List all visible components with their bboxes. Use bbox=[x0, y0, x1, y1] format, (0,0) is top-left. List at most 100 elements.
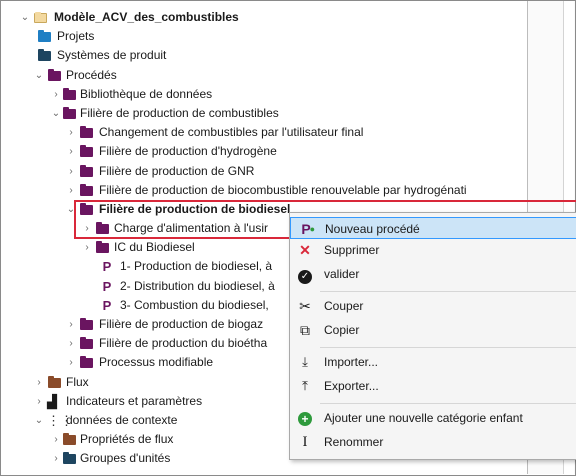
tree-item-label: Filière de production de biodiesel bbox=[99, 201, 291, 216]
collapse-chevron-icon[interactable]: › bbox=[51, 449, 61, 468]
collapse-chevron-icon[interactable]: › bbox=[66, 353, 76, 372]
collapse-chevron-icon[interactable]: › bbox=[51, 430, 61, 449]
menu-item-label: Exporter... bbox=[324, 379, 379, 393]
tree-item-label: Charge d'alimentation à l'usir bbox=[114, 221, 268, 236]
expand-chevron-icon[interactable]: ⌄ bbox=[34, 66, 44, 85]
menu-separator bbox=[320, 403, 576, 404]
collapse-chevron-icon[interactable]: › bbox=[66, 181, 76, 200]
collapse-chevron-icon[interactable]: › bbox=[66, 142, 76, 161]
menu-item-add-child[interactable]: + Ajouter une nouvelle catégorie enfant bbox=[290, 407, 576, 429]
tree-item-procedes[interactable]: ⌄ Procédés bbox=[0, 66, 527, 85]
collapse-chevron-icon[interactable]: › bbox=[82, 238, 92, 257]
menu-item-export[interactable]: ⤒ Exporter... bbox=[290, 375, 576, 397]
folder-icon bbox=[47, 66, 63, 85]
tree-item-label: Processus modifiable bbox=[99, 355, 214, 370]
tree-item-label: Filière de production du bioétha bbox=[99, 336, 268, 351]
folder-icon bbox=[79, 200, 95, 219]
process-p-icon: P bbox=[102, 259, 112, 275]
menu-item-label: Couper bbox=[324, 299, 364, 313]
delete-x-icon: ✕ bbox=[299, 242, 311, 258]
tree-item-label: Filière de production d'hydrogène bbox=[99, 144, 277, 159]
tree-item-label: Systèmes de produit bbox=[57, 48, 167, 63]
tree-item-bibliotheque[interactable]: › Bibliothèque de données bbox=[0, 85, 527, 104]
collapse-chevron-icon[interactable]: › bbox=[66, 123, 76, 142]
folder-icon bbox=[79, 315, 95, 334]
tree-item-label: Projets bbox=[57, 29, 95, 44]
folder-icon bbox=[37, 27, 53, 46]
menu-item-label: Renommer bbox=[324, 435, 384, 449]
tree-item-filiere-combustibles[interactable]: ⌄ Filière de production de combustibles bbox=[0, 104, 527, 123]
menu-item-import[interactable]: ⤓ Importer... bbox=[290, 351, 576, 373]
folder-icon bbox=[79, 334, 95, 353]
tree-item-label: Procédés bbox=[66, 67, 117, 82]
import-icon: ⤓ bbox=[302, 354, 308, 369]
tree-item-label: Indicateurs et paramètres bbox=[66, 393, 203, 408]
new-process-icon: P ● bbox=[301, 221, 315, 237]
rename-icon: I bbox=[302, 434, 308, 450]
collapse-chevron-icon[interactable]: › bbox=[34, 392, 44, 411]
folder-icon bbox=[62, 449, 78, 468]
tree-item-gnr[interactable]: › Filière de production de GNR bbox=[0, 162, 527, 181]
menu-item-delete[interactable]: ✕ Supprimer bbox=[290, 239, 576, 261]
menu-item-label: Supprimer bbox=[324, 243, 380, 257]
folder-icon bbox=[95, 238, 111, 257]
database-folder-icon bbox=[33, 8, 49, 27]
tree-item-label: Groupes d'unités bbox=[80, 451, 171, 466]
collapse-chevron-icon[interactable]: › bbox=[66, 162, 76, 181]
tree-item-label: Modèle_ACV_des_combustibles bbox=[54, 10, 239, 24]
collapse-chevron-icon[interactable]: › bbox=[51, 85, 61, 104]
tree-item-label: Changement de combustibles par l'utilisa… bbox=[99, 125, 364, 140]
expand-chevron-icon[interactable]: ⌄ bbox=[20, 8, 30, 27]
tree-item-label: données de contexte bbox=[66, 412, 178, 427]
context-grid-icon: ⋮⋮ bbox=[47, 412, 73, 428]
menu-item-cut[interactable]: ✂ Couper bbox=[290, 295, 576, 317]
collapse-chevron-icon[interactable]: › bbox=[82, 219, 92, 238]
tree-item-label: Bibliothèque de données bbox=[80, 86, 213, 101]
tree-item-systemes[interactable]: Systèmes de produit bbox=[0, 46, 527, 65]
tree-item-label: Filière de production de biocombustible … bbox=[99, 182, 467, 197]
folder-icon bbox=[62, 430, 78, 449]
menu-item-copy[interactable]: ⧉ Copier bbox=[290, 319, 576, 341]
menu-item-rename[interactable]: I Renommer bbox=[290, 431, 576, 453]
expand-chevron-icon[interactable]: ⌄ bbox=[51, 104, 61, 123]
tree-item-projets[interactable]: Projets bbox=[0, 27, 527, 46]
menu-item-new-process[interactable]: P ● Nouveau procédé bbox=[290, 217, 576, 239]
collapse-chevron-icon[interactable]: › bbox=[34, 373, 44, 392]
menu-item-label: valider bbox=[324, 267, 360, 281]
tree-item-label: 1- Production de biodiesel, à bbox=[120, 259, 273, 274]
tree-item-label: 3- Combustion du biodiesel, bbox=[120, 297, 269, 312]
menu-item-label: Nouveau procédé bbox=[325, 222, 420, 236]
menu-separator bbox=[320, 291, 576, 292]
folder-icon bbox=[95, 219, 111, 238]
copy-icon: ⧉ bbox=[300, 322, 310, 338]
folder-icon bbox=[62, 85, 78, 104]
tree-item-label: 2- Distribution du biodiesel, à bbox=[120, 278, 275, 293]
tree-item-label: IC du Biodiesel bbox=[114, 240, 195, 255]
tree-item-label: Flux bbox=[66, 374, 89, 389]
indicators-blocks-icon: ▟ bbox=[47, 393, 57, 409]
menu-item-label: Copier bbox=[324, 323, 360, 337]
tree-item-label: Filière de production de biogaz bbox=[99, 317, 264, 331]
tree-item-root[interactable]: ⌄ Modèle_ACV_des_combustibles bbox=[0, 8, 527, 27]
collapse-chevron-icon[interactable]: › bbox=[66, 334, 76, 353]
context-menu: P ● Nouveau procédé ✕ Supprimer ✓ valider… bbox=[289, 212, 576, 460]
expand-chevron-icon[interactable]: ⌄ bbox=[66, 200, 76, 219]
tree-item-biocombustible[interactable]: › Filière de production de biocombustibl… bbox=[0, 181, 527, 200]
export-icon: ⤒ bbox=[302, 378, 308, 393]
collapse-chevron-icon[interactable]: › bbox=[66, 315, 76, 334]
scissors-icon: ✂ bbox=[299, 298, 311, 314]
folder-icon bbox=[79, 181, 95, 200]
folder-icon bbox=[79, 142, 95, 161]
menu-item-label: Ajouter une nouvelle catégorie enfant bbox=[324, 411, 523, 425]
process-p-icon: P bbox=[102, 297, 112, 313]
folder-icon bbox=[79, 123, 95, 142]
menu-item-label: Importer... bbox=[324, 355, 379, 369]
add-child-icon: + bbox=[296, 409, 314, 427]
menu-item-validate[interactable]: ✓ valider bbox=[290, 263, 576, 285]
tree-item-changement[interactable]: › Changement de combustibles par l'utili… bbox=[0, 123, 527, 142]
tree-item-hydrogene[interactable]: › Filière de production d'hydrogène bbox=[0, 142, 527, 161]
tree-item-label: Propriétés de flux bbox=[80, 432, 174, 447]
folder-icon bbox=[79, 162, 95, 181]
expand-chevron-icon[interactable]: ⌄ bbox=[34, 411, 44, 430]
tree-item-label: Filière de production de combustibles bbox=[80, 105, 279, 120]
